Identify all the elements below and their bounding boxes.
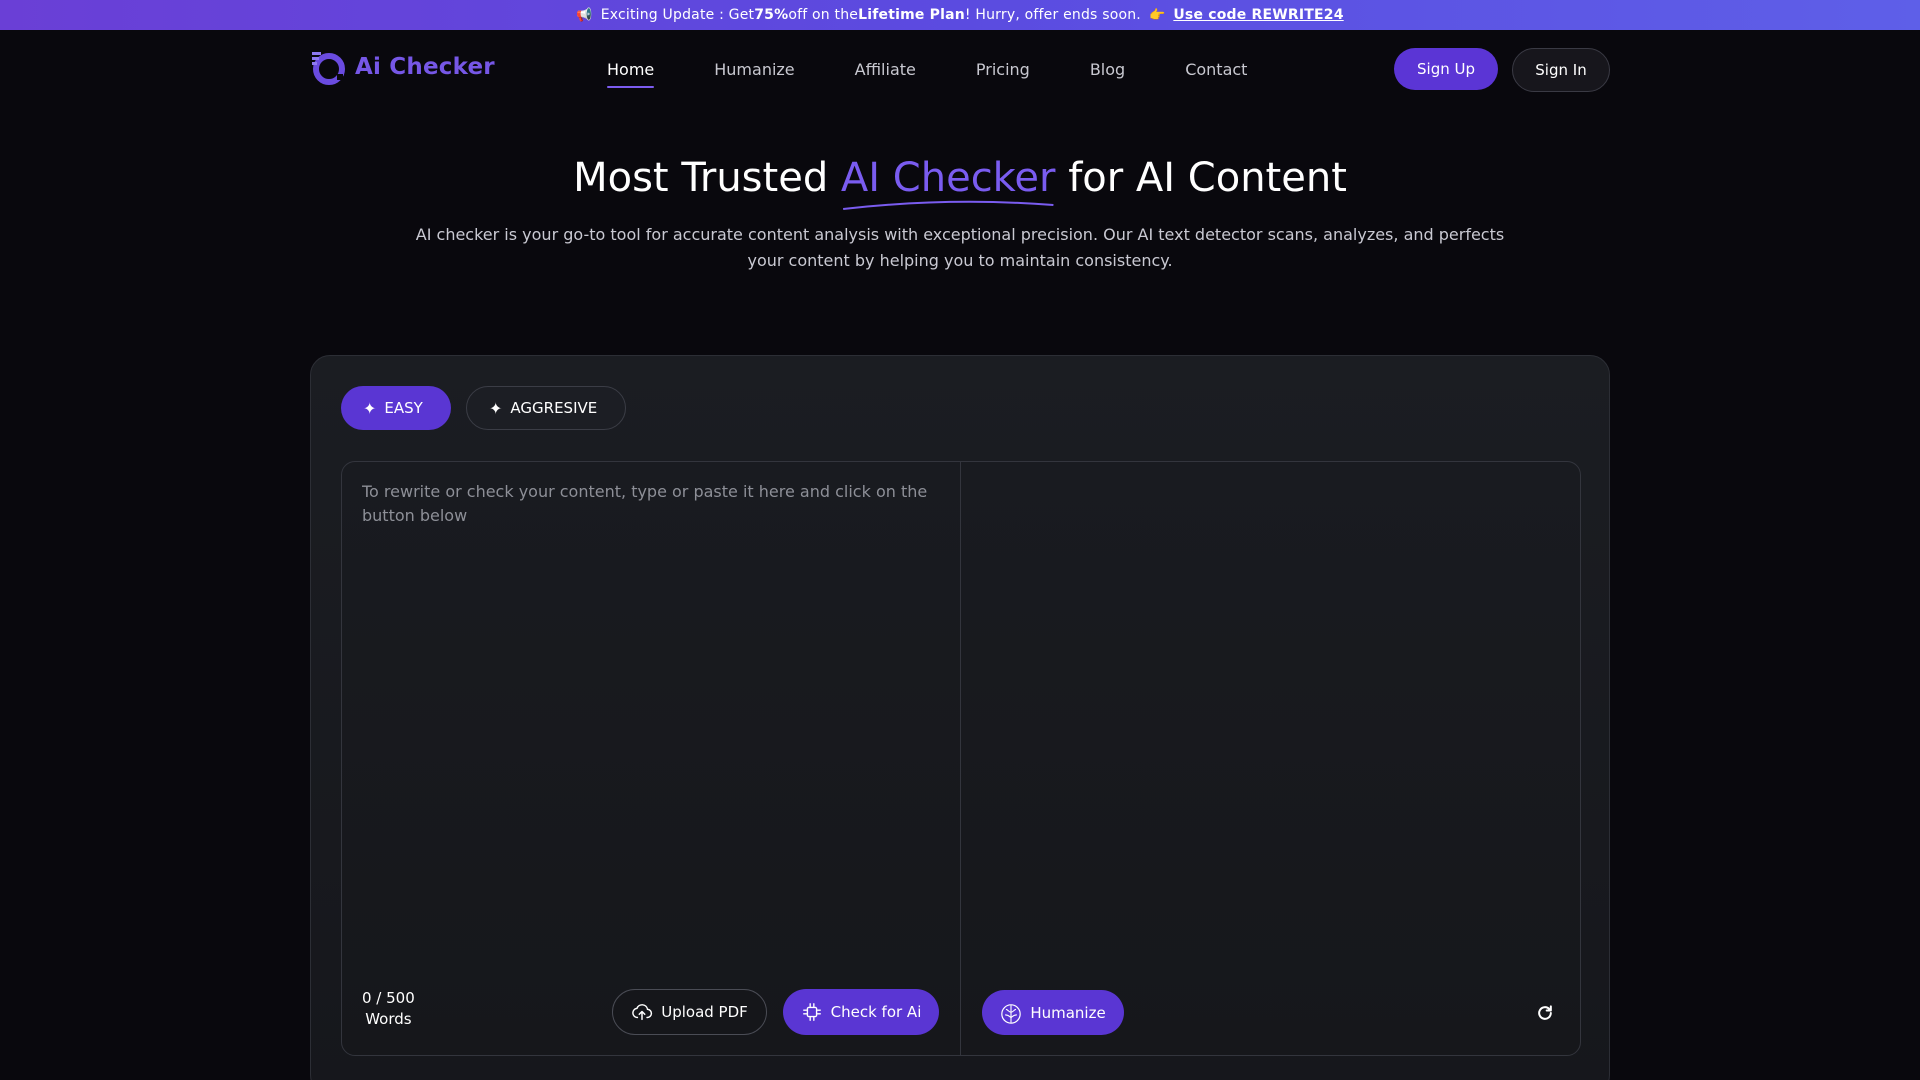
refresh-icon: [1538, 1005, 1552, 1020]
megaphone-icon: 📢: [576, 7, 593, 23]
ai-chip-icon: [801, 1001, 823, 1023]
sparkle-icon: ✦: [489, 398, 503, 418]
nav-pricing[interactable]: Pricing: [976, 54, 1030, 84]
checker-panel: ✦ EASY ✦ AGGRESIVE 0 / 500 Words Upload …: [310, 355, 1610, 1080]
title-accent: AI Checker: [840, 155, 1056, 210]
announcement-bar: 📢 Exciting Update : Get 75% off on the L…: [0, 0, 1920, 30]
page-title: Most Trusted AI Checker for AI Content: [0, 155, 1920, 210]
check-for-ai-button[interactable]: Check for Ai: [783, 989, 939, 1035]
nav-contact[interactable]: Contact: [1185, 54, 1247, 84]
upload-pdf-label: Upload PDF: [661, 1003, 748, 1021]
sign-up-button[interactable]: Sign Up: [1394, 48, 1498, 90]
announcement-text-2: off on the: [788, 7, 859, 23]
announcement-plan: Lifetime Plan: [858, 7, 965, 23]
brain-icon: [1000, 1002, 1022, 1024]
sign-in-button[interactable]: Sign In: [1512, 48, 1610, 92]
humanize-label: Humanize: [1030, 1003, 1106, 1022]
site-header: Ai Checker Home Humanize Affiliate Prici…: [0, 30, 1920, 108]
word-counter: 0 / 500 Words: [362, 988, 415, 1030]
mode-aggressive-label: AGGRESIVE: [510, 399, 598, 417]
announcement-discount: 75%: [754, 7, 789, 23]
nav-home[interactable]: Home: [607, 54, 655, 88]
title-part-2: for AI Content: [1055, 155, 1347, 201]
input-pane: 0 / 500 Words Upload PDF Check for Ai: [342, 462, 961, 1055]
logo-icon: [312, 52, 345, 85]
logo[interactable]: Ai Checker: [309, 48, 495, 86]
nav-blog[interactable]: Blog: [1090, 54, 1125, 84]
mode-easy-label: EASY: [384, 399, 423, 417]
nav-humanize[interactable]: Humanize: [714, 54, 794, 84]
check-for-ai-label: Check for Ai: [830, 1003, 922, 1021]
title-part-1: Most Trusted: [573, 155, 841, 201]
refresh-button[interactable]: [1532, 1000, 1558, 1026]
mode-aggressive-button[interactable]: ✦ AGGRESIVE: [466, 386, 626, 430]
hero-subtitle: AI checker is your go-to tool for accura…: [415, 225, 1505, 270]
pointing-hand-icon: 👉: [1148, 7, 1166, 23]
nav-affiliate[interactable]: Affiliate: [855, 54, 916, 84]
mode-easy-button[interactable]: ✦ EASY: [341, 386, 451, 430]
editor-area: 0 / 500 Words Upload PDF Check for Ai: [341, 461, 1581, 1056]
humanize-button[interactable]: Humanize: [982, 990, 1124, 1035]
title-accent-text: AI Checker: [840, 155, 1056, 201]
announcement-text-1: Exciting Update : Get: [600, 7, 755, 23]
sparkle-icon: ✦: [363, 398, 377, 418]
logo-text: Ai Checker: [355, 54, 495, 80]
word-count-unit: Words: [365, 1010, 412, 1028]
upload-pdf-button[interactable]: Upload PDF: [612, 989, 767, 1035]
cloud-upload-icon: [631, 1001, 653, 1023]
promo-code-link[interactable]: Use code REWRITE24: [1173, 7, 1343, 23]
announcement-text-3: ! Hurry, offer ends soon.: [964, 7, 1141, 23]
title-underline-swoosh: [842, 200, 1054, 210]
main-nav: Home Humanize Affiliate Pricing Blog Con…: [607, 30, 1307, 108]
word-count-value: 0 / 500: [362, 989, 415, 1007]
content-input[interactable]: [362, 480, 932, 960]
output-pane: Humanize: [962, 462, 1580, 1055]
